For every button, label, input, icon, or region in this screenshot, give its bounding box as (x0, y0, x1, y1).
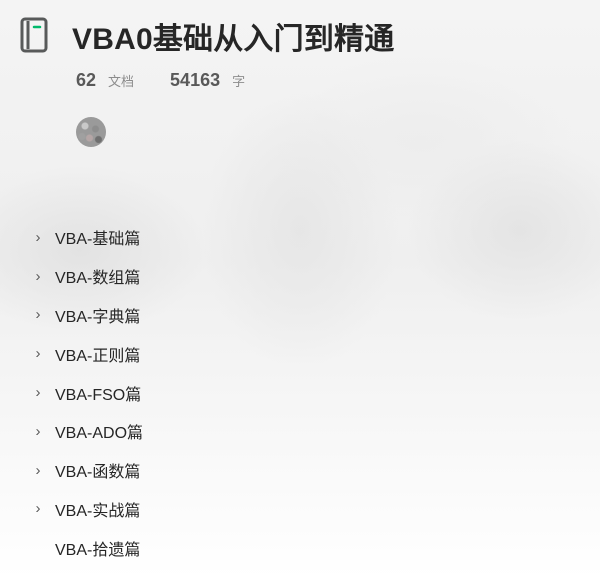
toc-item-label[interactable]: VBA-数组篇 (55, 264, 140, 288)
table-of-contents: › VBA-基础篇 › VBA-数组篇 › VBA-字典篇 › VBA-正则篇 … (0, 218, 600, 567)
toc-item-ado[interactable]: › VBA-ADO篇 (0, 412, 600, 451)
book-icon (20, 17, 48, 53)
doc-count: 62 (76, 70, 97, 90)
toc-item-misc[interactable]: VBA-拾遗篇 (0, 528, 600, 567)
book-title: VBA0基础从入门到精通 (72, 23, 395, 56)
word-count: 54163 (170, 70, 221, 90)
doc-count-unit: 文档 (108, 74, 135, 89)
chevron-right-icon[interactable]: › (33, 307, 43, 322)
chevron-right-icon[interactable]: › (33, 230, 43, 245)
toc-item-label[interactable]: VBA-FSO篇 (55, 381, 141, 405)
chevron-right-icon[interactable]: › (33, 269, 43, 284)
chevron-right-icon[interactable]: › (33, 346, 43, 361)
book-stats: 62 文档 54163 字 (76, 70, 245, 91)
toc-item-practice[interactable]: › VBA-实战篇 (0, 490, 600, 529)
toc-item-label[interactable]: VBA-实战篇 (55, 497, 140, 521)
toc-item-label[interactable]: VBA-字典篇 (55, 303, 140, 327)
word-count-unit: 字 (232, 74, 246, 89)
toc-item-label[interactable]: VBA-拾遗篇 (55, 536, 140, 560)
toc-item-fso[interactable]: › VBA-FSO篇 (0, 373, 600, 412)
author-avatar[interactable] (76, 117, 106, 147)
toc-item-label[interactable]: VBA-正则篇 (55, 342, 140, 366)
toc-item-arrays[interactable]: › VBA-数组篇 (0, 257, 600, 296)
chevron-right-icon[interactable]: › (33, 424, 43, 439)
toc-item-basics[interactable]: › VBA-基础篇 (0, 218, 600, 257)
chevron-right-icon[interactable]: › (33, 501, 43, 516)
toc-item-label[interactable]: VBA-ADO篇 (55, 419, 143, 443)
chevron-right-icon[interactable]: › (33, 385, 43, 400)
chevron-right-icon[interactable]: › (33, 463, 43, 478)
toc-item-label[interactable]: VBA-函数篇 (55, 458, 140, 482)
toc-item-dictionary[interactable]: › VBA-字典篇 (0, 296, 600, 335)
toc-item-regex[interactable]: › VBA-正则篇 (0, 334, 600, 373)
toc-item-label[interactable]: VBA-基础篇 (55, 225, 140, 249)
toc-item-functions[interactable]: › VBA-函数篇 (0, 451, 600, 490)
